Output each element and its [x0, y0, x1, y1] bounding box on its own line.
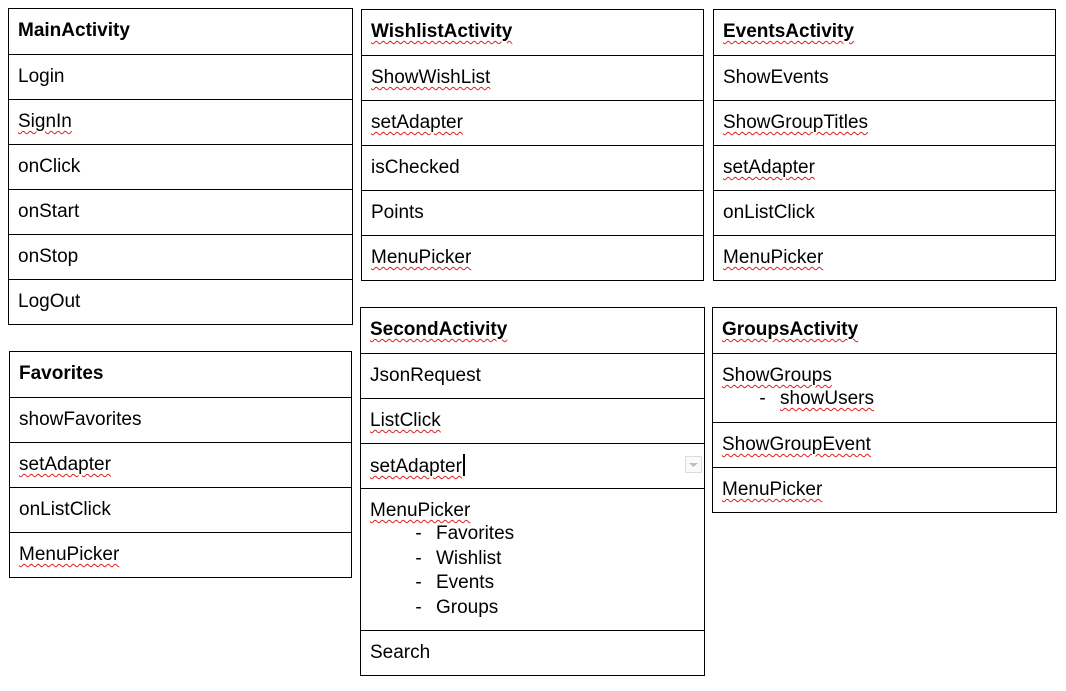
text-cursor	[462, 454, 465, 476]
wishlist-activity-table: WishlistActivity ShowWishList setAdapter…	[361, 9, 704, 281]
second-activity-row[interactable]: ListClick	[361, 398, 704, 443]
wishlist-activity-row[interactable]: MenuPicker	[362, 235, 703, 280]
wishlist-activity-row[interactable]: isChecked	[362, 145, 703, 190]
wishlist-activity-row[interactable]: setAdapter	[362, 100, 703, 145]
main-activity-row[interactable]: Login	[9, 54, 352, 99]
menu-subitem: - Events	[415, 572, 495, 593]
favorites-row[interactable]: MenuPicker	[10, 532, 351, 577]
main-activity-row[interactable]: onStart	[9, 189, 352, 234]
main-activity-row[interactable]: SignIn	[9, 99, 352, 144]
events-activity-row[interactable]: onListClick	[714, 190, 1055, 235]
groups-activity-table: GroupsActivity ShowGroups - showUsers Sho…	[712, 307, 1057, 513]
wishlist-activity-row[interactable]: ShowWishList	[362, 55, 703, 100]
main-activity-row[interactable]: onStop	[9, 234, 352, 279]
second-activity-row[interactable]: JsonRequest	[361, 353, 704, 398]
events-activity-header: EventsActivity	[723, 21, 854, 42]
events-activity-row[interactable]: setAdapter	[714, 145, 1055, 190]
groups-subitem: - showUsers	[759, 388, 874, 409]
main-activity-row[interactable]: LogOut	[9, 279, 352, 324]
events-activity-table: EventsActivity ShowEvents ShowGroupTitle…	[713, 9, 1056, 281]
favorites-header: Favorites	[19, 363, 104, 384]
wishlist-activity-row[interactable]: Points	[362, 190, 703, 235]
second-activity-row[interactable]: Search	[361, 630, 704, 675]
groups-activity-show-groups-row[interactable]: ShowGroups - showUsers	[713, 353, 1056, 422]
favorites-table: Favorites showFavorites setAdapter onLis…	[9, 351, 352, 578]
favorites-row[interactable]: onListClick	[10, 487, 351, 532]
events-activity-row[interactable]: ShowEvents	[714, 55, 1055, 100]
second-activity-row[interactable]: setAdapter	[361, 443, 704, 488]
second-activity-menu-row[interactable]: MenuPicker - Favorites - Wishlist - Events …	[361, 488, 704, 630]
favorites-row[interactable]: setAdapter	[10, 442, 351, 487]
groups-activity-row[interactable]: MenuPicker	[713, 467, 1056, 512]
groups-activity-row[interactable]: ShowGroupEvent	[713, 422, 1056, 467]
groups-activity-header: GroupsActivity	[722, 319, 859, 340]
wishlist-activity-header: WishlistActivity	[371, 21, 513, 42]
second-activity-table: SecondActivity JsonRequest ListClick set…	[360, 307, 705, 676]
main-activity-row[interactable]: onClick	[9, 144, 352, 189]
menu-subitem: - Favorites	[415, 523, 515, 544]
cell-dropdown-icon[interactable]	[685, 456, 702, 473]
menu-subitem: - Wishlist	[415, 547, 502, 569]
main-activity-table: MainActivity Login SignIn onClick onStar…	[8, 8, 353, 325]
second-activity-header: SecondActivity	[370, 319, 508, 340]
events-activity-row[interactable]: MenuPicker	[714, 235, 1055, 280]
favorites-row[interactable]: showFavorites	[10, 397, 351, 442]
events-activity-row[interactable]: ShowGroupTitles	[714, 100, 1055, 145]
menu-subitem: - Groups	[415, 596, 499, 618]
main-activity-header: MainActivity	[18, 20, 130, 41]
